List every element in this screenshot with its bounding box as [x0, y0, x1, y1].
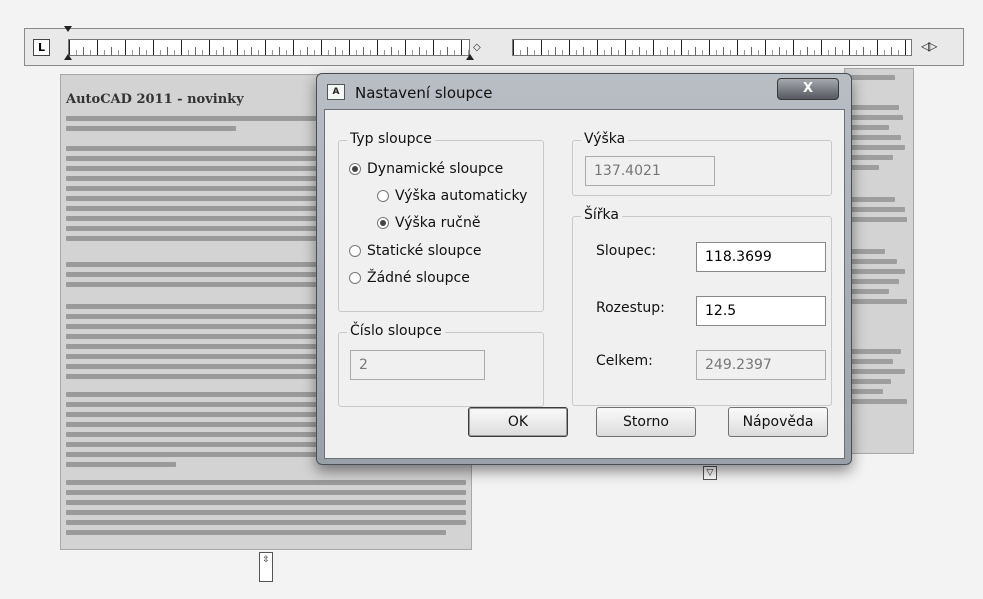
right-indent-marker[interactable] [466, 54, 474, 60]
radio-static-label: Statické sloupce [367, 243, 482, 259]
radio-selected-icon[interactable] [349, 163, 361, 175]
cancel-button[interactable]: Storno [596, 407, 696, 437]
radio-static-columns[interactable]: Statické sloupce [349, 243, 482, 259]
ruler-bar: L ◇ ◁▷ [24, 26, 964, 66]
hanging-indent-marker[interactable] [64, 54, 72, 60]
gutter-label: Rozestup: [596, 300, 665, 316]
radio-none-label: Žádné sloupce [367, 270, 470, 286]
column-1-ruler[interactable] [68, 39, 470, 56]
radio-auto-height-label: Výška automaticky [395, 188, 528, 204]
column-number-field[interactable]: 2 [350, 350, 485, 380]
radio-no-columns[interactable]: Žádné sloupce [349, 270, 470, 286]
column-type-group-label: Typ sloupce [347, 131, 435, 147]
column-1-bottom-handle-icon[interactable]: ⇳ [259, 552, 273, 582]
column-settings-dialog: A Nastavení sloupce X Typ sloupce Dynami… [316, 73, 852, 465]
radio-unselected-icon[interactable] [349, 245, 361, 257]
height-field[interactable]: 137.4021 [585, 156, 715, 186]
column-2-ruler[interactable] [512, 39, 912, 56]
total-width-field[interactable]: 249.2397 [696, 350, 826, 380]
radio-dynamic-label: Dynamické sloupce [367, 161, 504, 177]
radio-manual-height-label: Výška ručně [395, 215, 481, 231]
radio-auto-height[interactable]: Výška automaticky [377, 188, 527, 204]
column-number-group-label: Číslo sloupce [347, 323, 445, 339]
ok-button[interactable]: OK [468, 407, 568, 437]
resize-arrows-icon[interactable]: ◁▷ [921, 39, 938, 53]
column-width-field[interactable]: 118.3699 [696, 242, 826, 272]
dialog-client-area: Typ sloupce Dynamické sloupce Výška auto… [324, 109, 845, 459]
radio-manual-height[interactable]: Výška ručně [377, 215, 480, 231]
first-line-indent-marker[interactable] [64, 26, 72, 32]
total-width-label: Celkem: [596, 353, 653, 369]
tab-stop-button[interactable]: L [33, 39, 50, 56]
dialog-app-icon: A [327, 84, 345, 100]
help-button[interactable]: Nápověda [728, 407, 828, 437]
height-group-label: Výška [581, 131, 629, 147]
radio-unselected-icon[interactable] [349, 272, 361, 284]
document-heading: AutoCAD 2011 - novinky [66, 92, 244, 107]
gutter-field[interactable]: 12.5 [696, 296, 826, 326]
width-group-label: Šířka [581, 207, 622, 223]
column-width-label: Sloupec: [596, 243, 657, 259]
column-boundary-diamond-icon[interactable]: ◇ [473, 42, 481, 53]
dialog-title: Nastavení sloupce [355, 84, 493, 102]
column-2-bottom-handle-icon[interactable]: ▽ [703, 466, 717, 480]
radio-selected-icon[interactable] [377, 217, 389, 229]
radio-unselected-icon[interactable] [377, 190, 389, 202]
document-column-2 [844, 68, 914, 454]
radio-dynamic-columns[interactable]: Dynamické sloupce [349, 161, 503, 177]
close-button[interactable]: X [777, 78, 839, 100]
up-down-arrow-icon: ⇳ [262, 555, 270, 565]
